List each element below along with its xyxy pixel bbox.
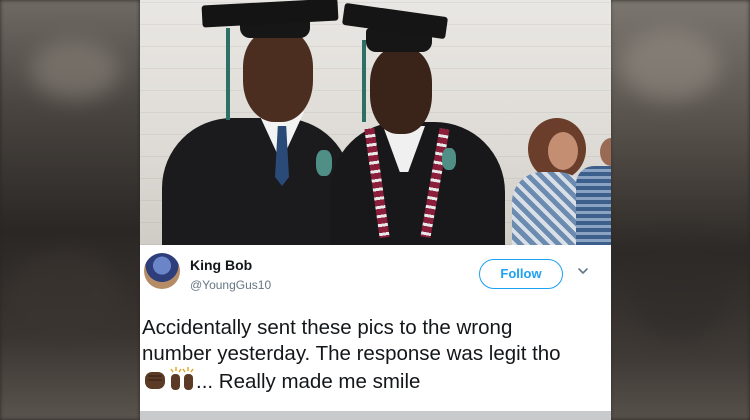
follow-button[interactable]: Follow xyxy=(479,259,563,289)
raised-fist-icon xyxy=(145,372,165,389)
user-handle[interactable]: @YoungGus10 xyxy=(190,278,271,292)
tweet-text-line-3: ... Really made me smile xyxy=(142,367,607,395)
raising-hands-icon xyxy=(170,367,194,390)
tweet-text-line-2: number yesterday. The response was legit… xyxy=(142,342,561,365)
bottom-strip xyxy=(140,411,611,420)
tweet-card: King Bob @YoungGus10 Follow Accidentally… xyxy=(140,245,611,420)
blurred-backdrop-right xyxy=(610,0,750,420)
avatar[interactable] xyxy=(144,253,180,289)
display-name[interactable]: King Bob xyxy=(190,257,252,273)
graduation-photo xyxy=(140,0,611,245)
content-frame: King Bob @YoungGus10 Follow Accidentally… xyxy=(140,0,611,420)
blurred-backdrop-left xyxy=(0,0,140,420)
tweet-text-line-1: Accidentally sent these pics to the wron… xyxy=(142,316,513,339)
tweet-text: Accidentally sent these pics to the wron… xyxy=(142,315,607,395)
tweet-text-line-3-text: ... Really made me smile xyxy=(196,370,421,393)
chevron-down-icon[interactable] xyxy=(577,265,589,277)
